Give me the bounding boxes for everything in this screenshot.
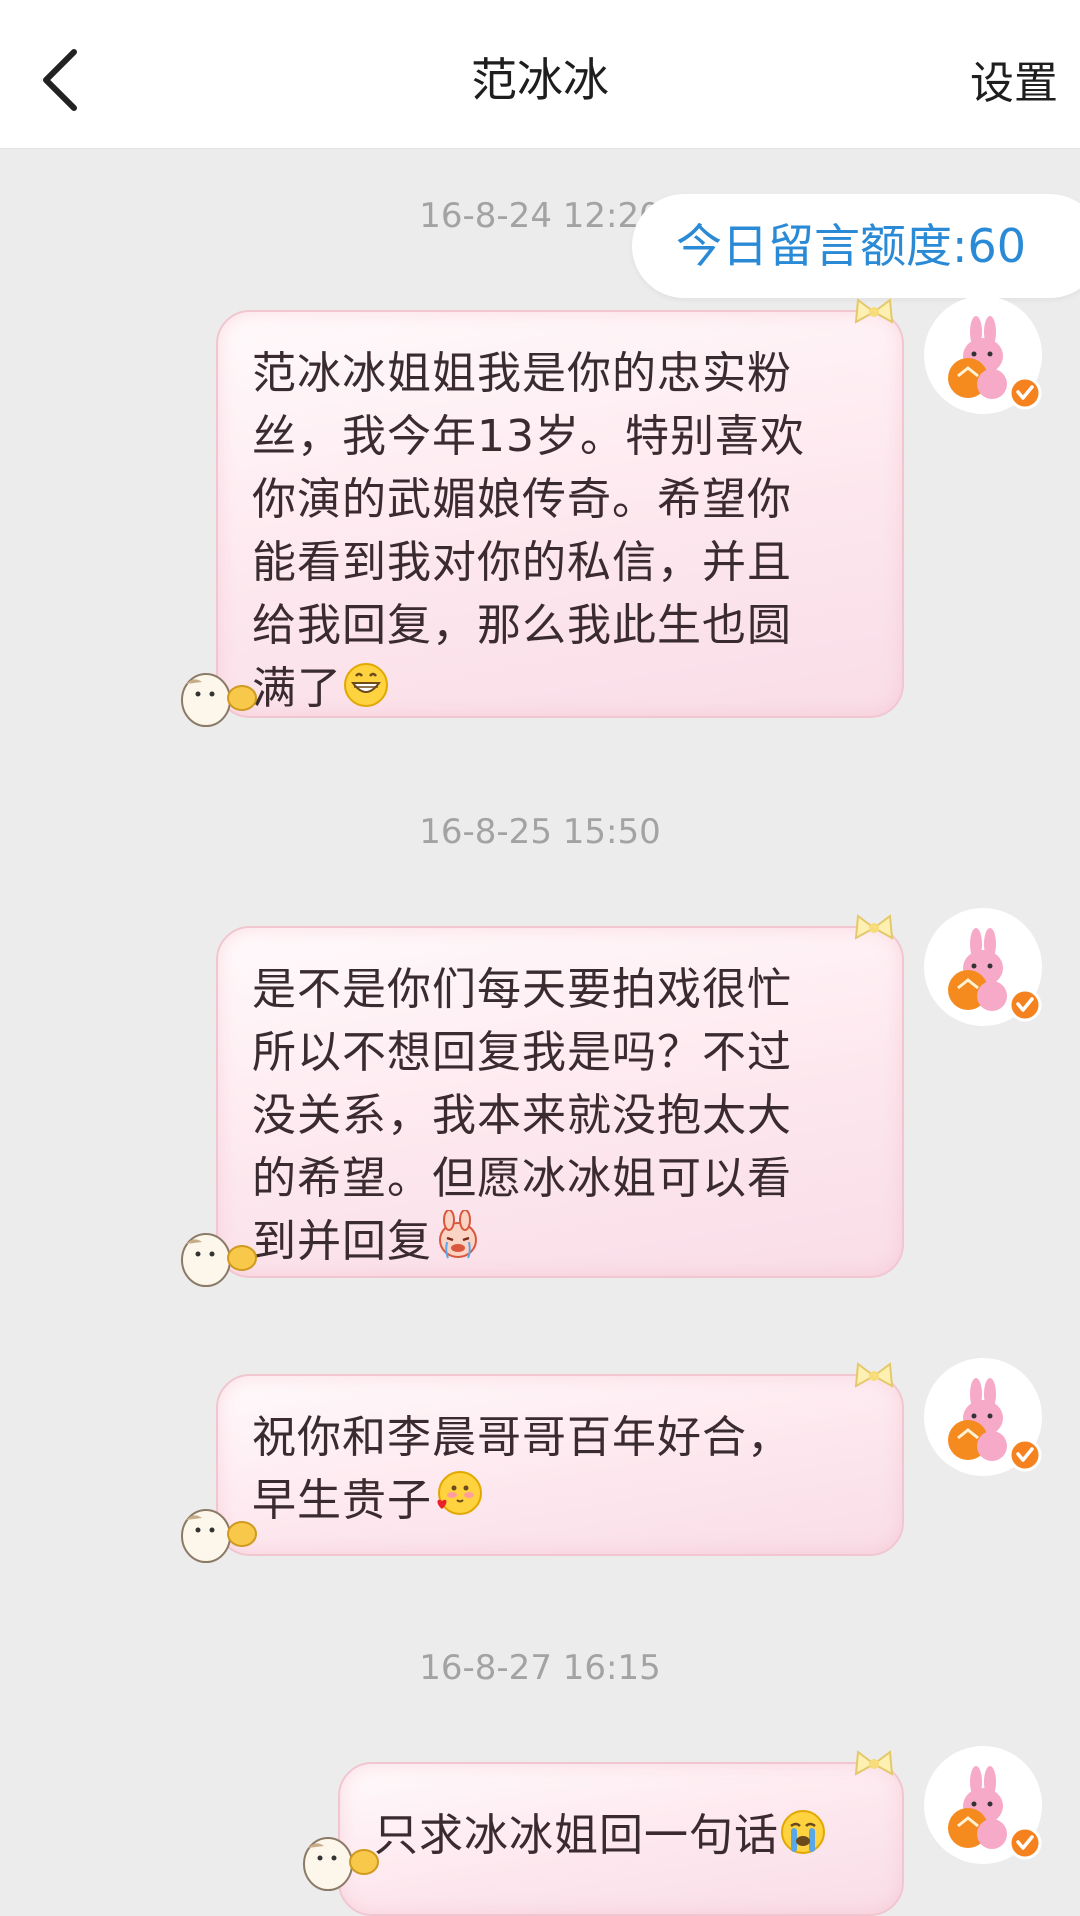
message-text: 祝你和李晨哥哥百年好合， 早生贵子 [252, 1406, 792, 1538]
settings-button[interactable]: 设置 [970, 56, 1058, 112]
message-timestamp: 16-8-27 16:15 [419, 1648, 661, 1688]
avatar[interactable] [924, 296, 1042, 414]
grinning-face-icon [342, 661, 390, 726]
message-bubble[interactable]: 范冰冰姐姐我是你的忠实粉 丝，我今年13岁。特别喜欢 你演的武媚娘传奇。希望你 … [216, 310, 904, 718]
blushing-heart-face-icon [432, 1469, 484, 1538]
message-text: 只求冰冰姐回一句话 [374, 1804, 827, 1873]
message-bubble[interactable]: 是不是你们每天要拍戏很忙 所以不想回复我是吗？不过 没关系，我本来就没抱太大 的… [216, 926, 904, 1278]
top-bar: 范冰冰 设置 [0, 0, 1080, 149]
bow-decoration-icon [854, 914, 894, 940]
avatar[interactable] [924, 1746, 1042, 1864]
hamster-decoration-icon [181, 673, 257, 727]
avatar[interactable] [924, 908, 1042, 1026]
crying-bunny-sticker-icon [432, 1209, 484, 1279]
message-timestamp: 16-8-25 15:50 [419, 812, 661, 852]
message-bubble[interactable]: 只求冰冰姐回一句话 [338, 1762, 904, 1916]
daily-message-quota: 今日留言额度:60 [632, 194, 1080, 298]
loudly-crying-face-icon [779, 1808, 827, 1873]
hamster-decoration-icon [181, 1509, 257, 1563]
verified-badge-icon [1008, 988, 1042, 1022]
verified-badge-icon [1008, 1438, 1042, 1472]
hamster-decoration-icon [181, 1233, 257, 1287]
message-bubble[interactable]: 祝你和李晨哥哥百年好合， 早生贵子 [216, 1374, 904, 1556]
hamster-decoration-icon [303, 1837, 379, 1891]
bow-decoration-icon [854, 298, 894, 324]
message-text: 范冰冰姐姐我是你的忠实粉 丝，我今年13岁。特别喜欢 你演的武媚娘传奇。希望你 … [252, 342, 805, 726]
avatar[interactable] [924, 1358, 1042, 1476]
bow-decoration-icon [854, 1750, 894, 1776]
verified-badge-icon [1008, 376, 1042, 410]
bow-decoration-icon [854, 1362, 894, 1388]
verified-badge-icon [1008, 1826, 1042, 1860]
page-title: 范冰冰 [471, 53, 609, 107]
message-text: 是不是你们每天要拍戏很忙 所以不想回复我是吗？不过 没关系，我本来就没抱太大 的… [252, 958, 792, 1279]
quota-label: 今日留言额度:60 [676, 219, 1027, 273]
